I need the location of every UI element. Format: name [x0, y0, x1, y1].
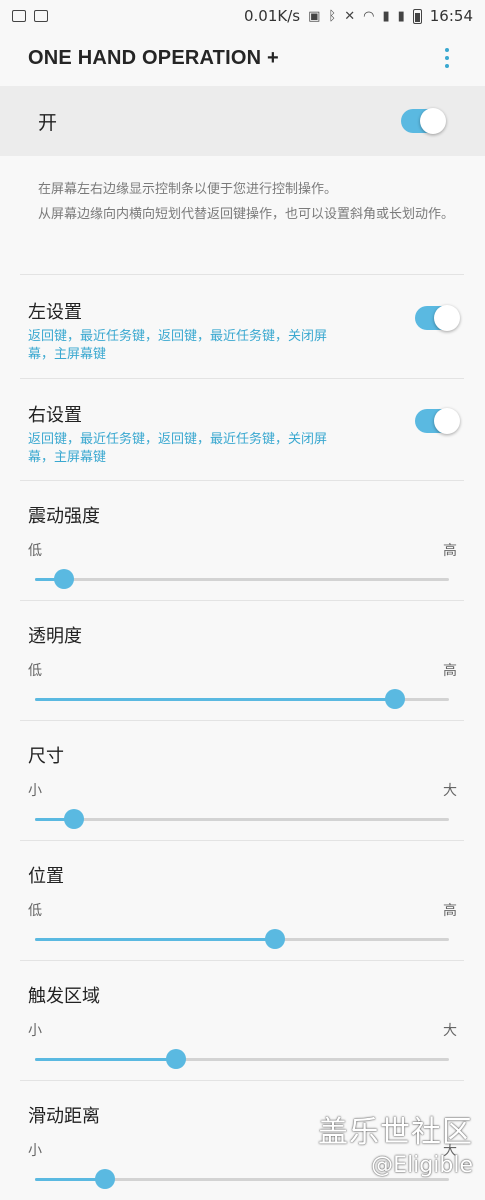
toggle-knob: [434, 408, 460, 434]
divider: [20, 480, 464, 481]
store-notification-icon: [34, 10, 48, 22]
watermark-line-1: 盖乐世社区: [318, 1115, 473, 1150]
slider-max-label: 大: [443, 783, 457, 799]
right-setting-summary: 返回键，最近任务键，返回键，最近任务键，关闭屏幕，主屏幕键: [28, 432, 328, 465]
divider: [20, 1080, 464, 1081]
battery-icon: [412, 8, 422, 24]
divider: [20, 960, 464, 961]
slider-position: 位置 低 高: [0, 842, 485, 960]
slider-min-label: 小: [28, 1023, 42, 1039]
status-bar: 0.01K/s ▣ ᛒ ✕ ◠ ▮ ▮ 16:54: [0, 0, 485, 32]
description-line-2: 从屏幕边缘向内横向短划代替返回键操作，也可以设置斜角或长划动作。: [38, 207, 455, 222]
wifi-icon: ◠: [363, 8, 375, 24]
slider-title: 滑动距离: [28, 1106, 100, 1127]
bluetooth-icon: ᛒ: [328, 8, 337, 24]
slider-track[interactable]: [35, 689, 449, 709]
master-toggle[interactable]: [401, 108, 446, 134]
slider-track[interactable]: [35, 929, 449, 949]
left-setting-row[interactable]: 左设置 返回键，最近任务键，返回键，最近任务键，关闭屏幕，主屏幕键: [0, 276, 485, 378]
left-setting-toggle[interactable]: [415, 305, 460, 331]
slider-min-label: 低: [28, 543, 42, 559]
gallery-notification-icon: [12, 10, 26, 22]
slider-track[interactable]: [35, 1169, 449, 1189]
slider-thumb[interactable]: [165, 1049, 186, 1069]
slider-thumb[interactable]: [64, 809, 85, 829]
network-speed: 0.01K/s: [243, 7, 301, 25]
more-options-icon[interactable]: [437, 42, 457, 74]
right-setting-toggle[interactable]: [415, 408, 460, 434]
slider-thumb[interactable]: [53, 569, 74, 589]
slider-title: 透明度: [28, 626, 82, 647]
right-setting-title: 右设置: [28, 405, 82, 426]
master-switch-label: 开: [38, 111, 58, 134]
clock: 16:54: [429, 7, 473, 25]
slider-min-label: 小: [28, 783, 42, 799]
left-setting-text: 左设置 返回键，最近任务键，返回键，最近任务键，关闭屏幕，主屏幕键: [28, 276, 338, 364]
watermark-line-2: @Eligible: [371, 1153, 473, 1178]
nfc-icon: ▣: [308, 8, 321, 24]
slider-size: 尺寸 小 大: [0, 722, 485, 840]
slider-trigger-area: 触发区域 小 大: [0, 962, 485, 1080]
left-setting-summary: 返回键，最近任务键，返回键，最近任务键，关闭屏幕，主屏幕键: [28, 329, 328, 362]
signal-icon: ▮: [382, 8, 390, 24]
slider-min-label: 低: [28, 903, 42, 919]
slider-min-label: 小: [28, 1143, 42, 1159]
slider-track[interactable]: [35, 569, 449, 589]
master-switch-row[interactable]: 开: [0, 86, 485, 156]
slider-track[interactable]: [35, 1049, 449, 1069]
slider-fill: [35, 698, 396, 701]
slider-max-label: 大: [443, 1023, 457, 1039]
divider: [20, 840, 464, 841]
divider: [20, 720, 464, 721]
status-left: [12, 10, 48, 22]
left-setting-title: 左设置: [28, 302, 82, 323]
divider: [20, 274, 464, 275]
slider-vibration-intensity: 震动强度 低 高: [0, 482, 485, 600]
slider-thumb[interactable]: [265, 929, 286, 949]
toggle-knob: [434, 305, 460, 331]
page-title: ONE HAND OPERATION +: [28, 46, 279, 69]
slider-min-label: 低: [28, 663, 42, 679]
right-setting-text: 右设置 返回键，最近任务键，返回键，最近任务键，关闭屏幕，主屏幕键: [28, 379, 338, 467]
slider-title: 触发区域: [28, 986, 100, 1007]
slider-title: 位置: [28, 866, 64, 887]
right-setting-row[interactable]: 右设置 返回键，最近任务键，返回键，最近任务键，关闭屏幕，主屏幕键: [0, 379, 485, 481]
slider-max-label: 高: [443, 903, 457, 919]
toggle-knob: [420, 108, 446, 134]
description-line-1: 在屏幕左右边缘显示控制条以便于您进行控制操作。: [38, 182, 338, 197]
app-bar: ONE HAND OPERATION +: [0, 32, 485, 84]
feature-description: 在屏幕左右边缘显示控制条以便于您进行控制操作。 从屏幕边缘向内横向短划代替返回键…: [38, 180, 458, 230]
slider-fill: [35, 938, 276, 941]
slider-transparency: 透明度 低 高: [0, 602, 485, 720]
slider-title: 尺寸: [28, 746, 64, 767]
signal-2-icon: ▮: [397, 8, 405, 24]
slider-max-label: 高: [443, 663, 457, 679]
slider-track[interactable]: [35, 809, 449, 829]
slider-fill: [35, 1058, 176, 1061]
divider: [20, 600, 464, 601]
slider-max-label: 高: [443, 543, 457, 559]
status-right: 0.01K/s ▣ ᛒ ✕ ◠ ▮ ▮ 16:54: [244, 7, 473, 25]
watermark: 盖乐世社区 @Eligible: [318, 1107, 473, 1178]
slider-thumb[interactable]: [95, 1169, 116, 1189]
slider-thumb[interactable]: [385, 689, 406, 709]
mute-icon: ✕: [344, 8, 356, 24]
slider-title: 震动强度: [28, 506, 100, 527]
